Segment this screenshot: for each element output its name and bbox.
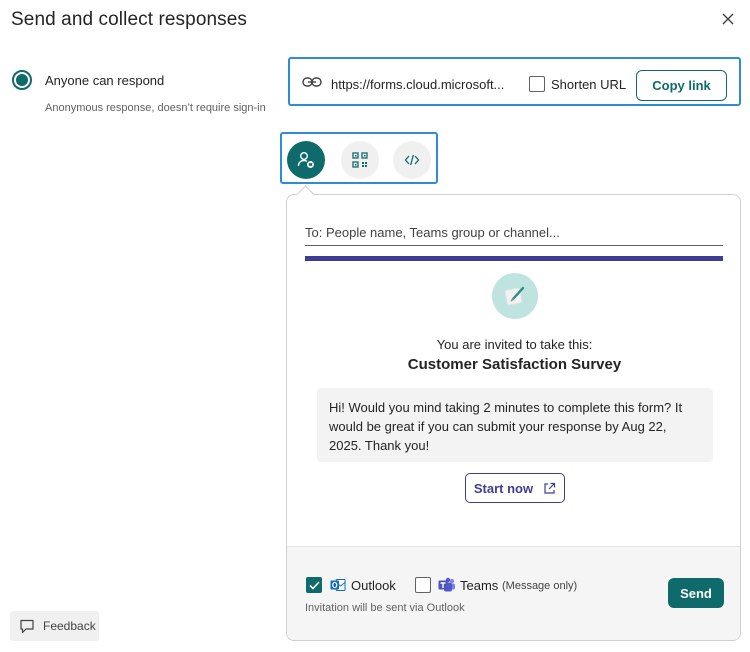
send-via-note: Invitation will be sent via Outlook bbox=[305, 602, 465, 614]
radio-selected[interactable] bbox=[12, 70, 32, 90]
outlook-icon bbox=[330, 579, 346, 591]
share-method-tabs bbox=[280, 132, 438, 184]
outlook-label[interactable]: Outlook bbox=[351, 578, 396, 593]
anyone-can-respond-option[interactable]: Anyone can respond bbox=[12, 70, 164, 90]
shorten-url-label[interactable]: Shorten URL bbox=[551, 77, 626, 92]
link-icon bbox=[302, 77, 322, 87]
invite-panel: You are invited to take this: Customer S… bbox=[286, 194, 741, 641]
invite-people-tab[interactable] bbox=[287, 141, 325, 179]
qr-code-tab[interactable] bbox=[341, 141, 379, 179]
survey-title: Customer Satisfaction Survey bbox=[407, 356, 622, 373]
embed-tab[interactable] bbox=[393, 141, 431, 179]
invite-people-icon bbox=[297, 152, 314, 168]
qr-code-icon bbox=[352, 152, 368, 168]
feedback-button[interactable]: Feedback bbox=[10, 611, 99, 641]
checkmark-icon bbox=[308, 580, 320, 590]
outlook-checkbox[interactable] bbox=[306, 577, 322, 593]
teams-icon bbox=[438, 577, 455, 592]
start-now-button[interactable]: Start now bbox=[465, 473, 565, 503]
teams-note: (Message only) bbox=[502, 580, 578, 592]
share-url[interactable]: https://forms.cloud.microsoft... bbox=[331, 77, 504, 92]
copy-link-button[interactable]: Copy link bbox=[636, 70, 727, 101]
shorten-url-checkbox[interactable] bbox=[529, 76, 545, 92]
open-external-icon bbox=[544, 482, 556, 494]
start-now-label: Start now bbox=[473, 480, 534, 496]
survey-icon bbox=[492, 273, 538, 319]
dialog-title: Send and collect responses bbox=[11, 9, 248, 30]
anyone-can-respond-label: Anyone can respond bbox=[45, 72, 165, 88]
invited-text: You are invited to take this: bbox=[436, 337, 593, 352]
anyone-can-respond-sublabel: Anonymous response, doesn’t require sign… bbox=[45, 102, 266, 114]
embed-code-icon bbox=[404, 154, 420, 166]
teams-checkbox[interactable] bbox=[415, 577, 431, 593]
feedback-label: Feedback bbox=[43, 619, 96, 633]
feedback-icon bbox=[20, 619, 34, 633]
close-icon[interactable] bbox=[719, 10, 737, 28]
invitation-message[interactable]: Hi! Would you mind taking 2 minutes to c… bbox=[317, 388, 713, 462]
send-button[interactable]: Send bbox=[668, 578, 724, 608]
teams-label[interactable]: Teams bbox=[460, 578, 498, 593]
recipients-input[interactable] bbox=[305, 220, 723, 246]
send-footer: Outlook Teams (Message only) Invitation … bbox=[287, 546, 740, 640]
link-box: https://forms.cloud.microsoft... Shorten… bbox=[288, 57, 741, 106]
banner-bar bbox=[305, 256, 723, 261]
